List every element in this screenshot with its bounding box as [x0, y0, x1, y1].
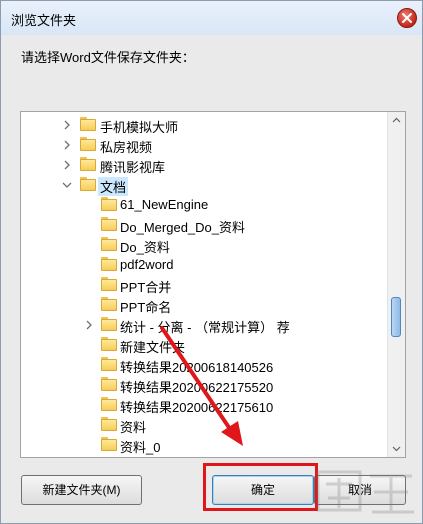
watermark-logo-icon [316, 470, 414, 514]
annotation-arrow [160, 326, 243, 446]
